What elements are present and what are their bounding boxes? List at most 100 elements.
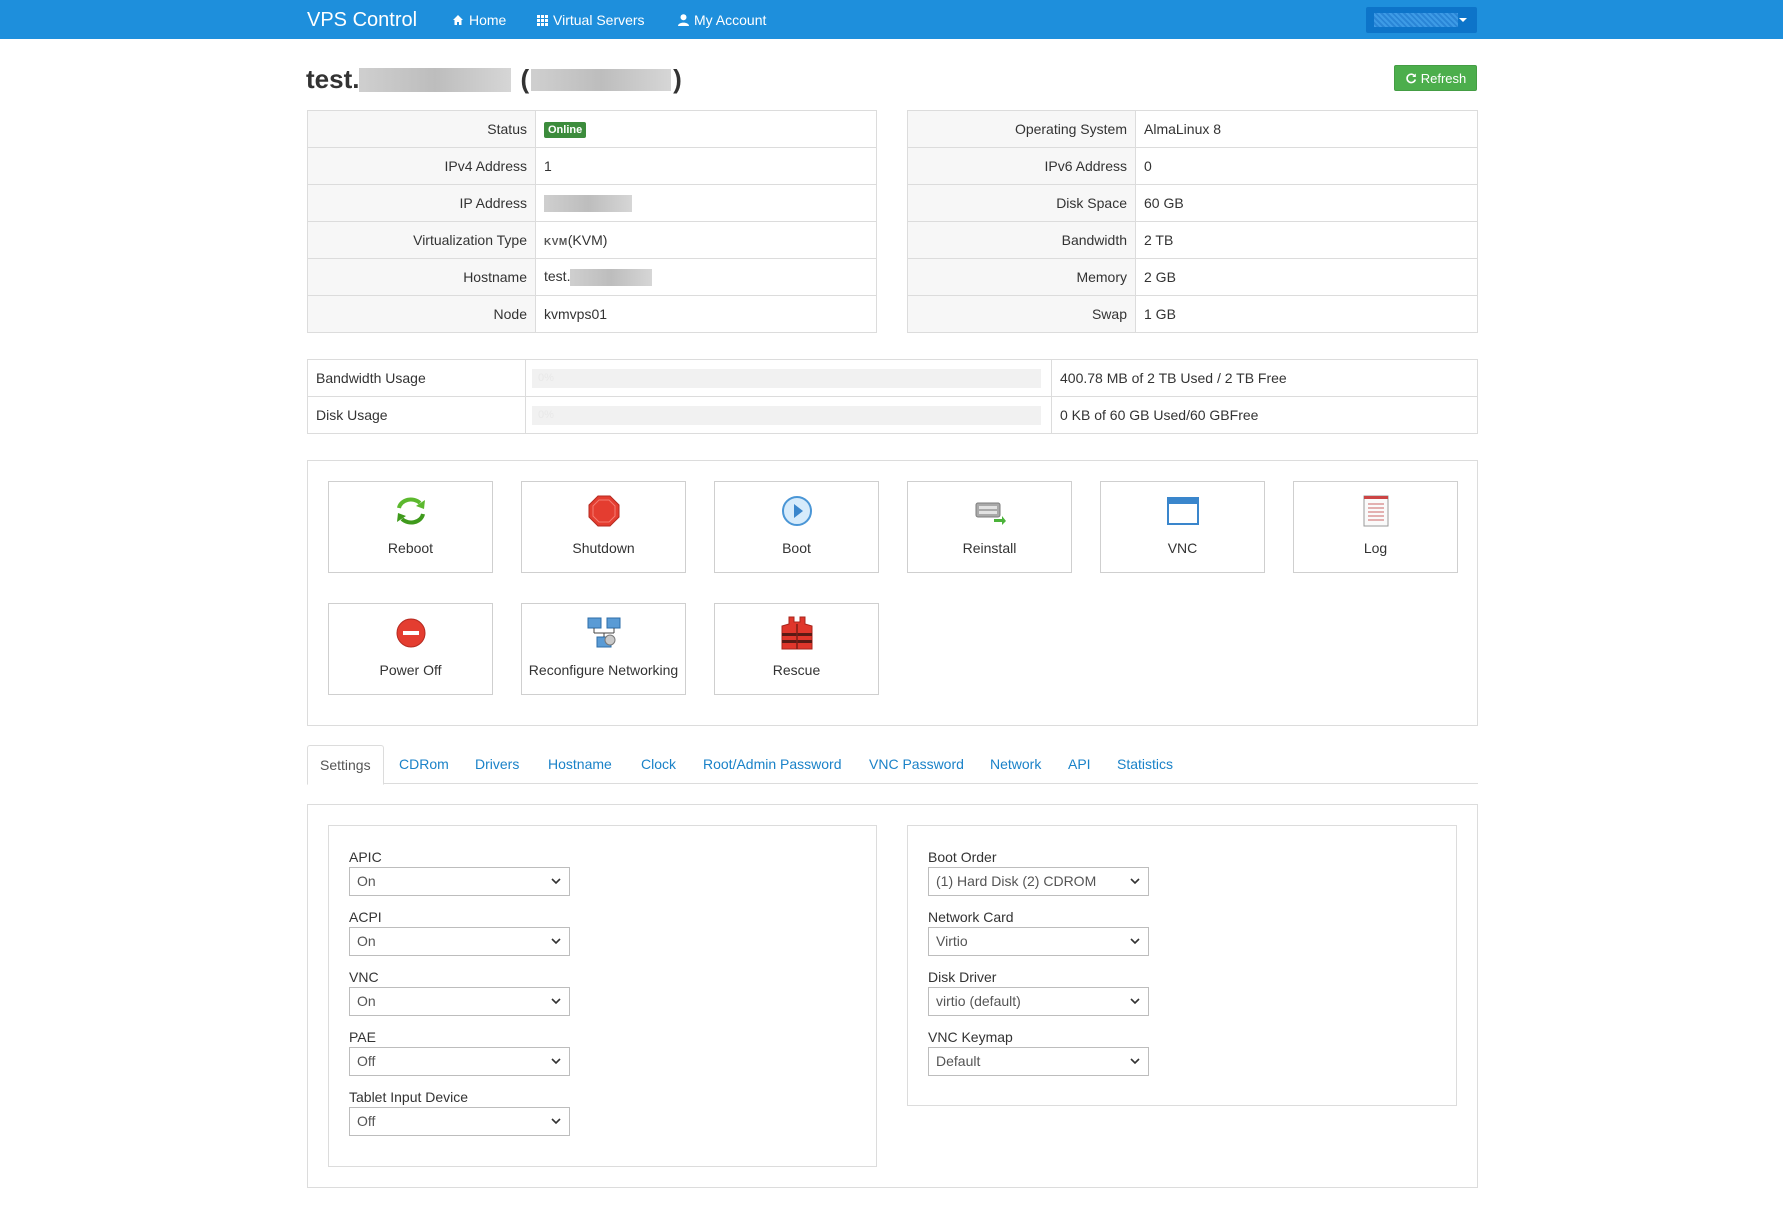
chevron-down-icon	[551, 878, 561, 885]
info-label: Node	[307, 295, 536, 333]
tab-network[interactable]: Network	[990, 745, 1041, 784]
refresh-button[interactable]: Refresh	[1394, 65, 1477, 91]
nav-home-label: Home	[469, 12, 507, 28]
home-icon	[453, 15, 463, 25]
info-value	[535, 184, 877, 222]
vnc-button[interactable]: VNC	[1100, 481, 1265, 573]
user-dropdown[interactable]	[1366, 7, 1477, 33]
acpi-label: ACPI	[349, 909, 382, 925]
nav-my-account[interactable]: My Account	[678, 12, 766, 28]
tablet-input-device-select[interactable]: Off	[349, 1107, 570, 1136]
boot-order-label: Boot Order	[928, 849, 997, 865]
vnc-keymap-select[interactable]: Default	[928, 1047, 1149, 1076]
table-row: IPv4 Address 1	[307, 147, 877, 185]
status-badge: Online	[544, 122, 587, 138]
action-label: Shutdown	[572, 540, 635, 556]
chevron-down-icon	[1130, 938, 1140, 945]
brand-logo[interactable]: VPS Control	[307, 9, 417, 32]
network-icon	[587, 617, 620, 648]
redacted-hostname	[359, 67, 512, 92]
tab-drivers[interactable]: Drivers	[475, 745, 519, 784]
shutdown-button[interactable]: Shutdown	[521, 481, 686, 573]
info-value: AlmaLinux 8	[1135, 110, 1478, 148]
log-icon	[1363, 495, 1388, 527]
user-icon	[678, 14, 689, 26]
info-value: kvmvps01	[535, 295, 877, 333]
log-button[interactable]: Log	[1293, 481, 1458, 573]
table-row: Disk Usage 0% 0 KB of 60 GB Used/60 GBFr…	[307, 396, 1478, 434]
pae-select[interactable]: Off	[349, 1047, 570, 1076]
action-label: Log	[1363, 540, 1388, 556]
usage-label: Disk Usage	[307, 396, 526, 434]
actions-panel: Reboot Shutdown Boot Reinstall VNC Log P…	[307, 460, 1478, 726]
nav-home[interactable]: Home	[452, 12, 506, 28]
reboot-button[interactable]: Reboot	[328, 481, 493, 573]
info-value: 60 GB	[1135, 184, 1478, 222]
tab-statistics[interactable]: Statistics	[1117, 745, 1173, 784]
disk-progress-text: 0%	[538, 408, 554, 421]
settings-panel: APIC On ACPI On VNC On PAE Off Tablet In…	[307, 804, 1478, 1188]
apic-select-value: On	[357, 873, 376, 889]
tab-cdrom[interactable]: CDRom	[399, 745, 449, 784]
tab-clock[interactable]: Clock	[641, 745, 676, 784]
reinstall-button[interactable]: Reinstall	[907, 481, 1072, 573]
info-label: Swap	[907, 295, 1136, 333]
bandwidth-progress-bar: 0%	[532, 368, 1041, 388]
info-label: IPv6 Address	[907, 147, 1136, 185]
vnc-select[interactable]: On	[349, 987, 570, 1016]
table-row: Bandwidth Usage 0% 400.78 MB of 2 TB Use…	[307, 359, 1478, 397]
reconfigure-networking-button[interactable]: Reconfigure Networking	[521, 603, 686, 695]
disk-driver-label: Disk Driver	[928, 969, 997, 985]
info-value: 0	[1135, 147, 1478, 185]
table-row: Hostname test.	[307, 258, 877, 296]
info-label: Virtualization Type	[307, 221, 536, 259]
info-value: Online	[535, 110, 877, 148]
network-card-select[interactable]: Virtio	[928, 927, 1149, 956]
table-row: Virtualization Type KVM(KVM)	[307, 221, 877, 259]
rescue-button[interactable]: Rescue	[714, 603, 879, 695]
tab-api[interactable]: API	[1068, 745, 1091, 784]
rescue-icon	[781, 616, 812, 650]
settings-tabs: Settings CDRom Drivers Hostname Clock Ro…	[307, 745, 1478, 785]
title-paren-open: (	[520, 64, 530, 94]
tab-vnc-password[interactable]: VNC Password	[869, 745, 964, 784]
usage-table: Bandwidth Usage 0% 400.78 MB of 2 TB Use…	[307, 359, 1478, 434]
vnc-keymap-select-value: Default	[936, 1053, 981, 1069]
info-value: test.	[535, 258, 877, 296]
info-label: IP Address	[307, 184, 536, 222]
settings-right-box: Boot Order (1) Hard Disk (2) CDROM Netwo…	[907, 825, 1457, 1106]
disk-progress-bar: 0%	[532, 405, 1041, 425]
grid-icon	[537, 14, 548, 26]
acpi-select-value: On	[357, 933, 376, 949]
server-specs-table: Operating System AlmaLinux 8 IPv6 Addres…	[907, 110, 1478, 333]
usage-bar-cell: 0%	[525, 396, 1052, 434]
info-value: 2 TB	[1135, 221, 1478, 259]
apic-select[interactable]: On	[349, 867, 570, 896]
tab-hostname[interactable]: Hostname	[548, 745, 612, 784]
chevron-down-icon	[1130, 998, 1140, 1005]
caret-down-icon	[1459, 18, 1467, 22]
table-row: Swap 1 GB	[907, 295, 1478, 333]
hostname-value: test.	[544, 268, 571, 285]
usage-bar-cell: 0%	[525, 359, 1052, 397]
nav-virtual-servers[interactable]: Virtual Servers	[537, 12, 645, 28]
action-label: Reconfigure Networking	[528, 662, 679, 678]
chevron-down-icon	[551, 938, 561, 945]
pae-select-value: Off	[357, 1053, 376, 1069]
boot-order-select-value: (1) Hard Disk (2) CDROM	[936, 873, 1097, 889]
server-info-table: Status Online IPv4 Address 1 IP Address …	[307, 110, 877, 333]
action-label: Boot	[782, 540, 811, 556]
top-navbar: VPS Control Home Virtual Servers My Acco…	[0, 0, 1783, 39]
acpi-select[interactable]: On	[349, 927, 570, 956]
disk-driver-select[interactable]: virtio (default)	[928, 987, 1149, 1016]
usage-summary: 400.78 MB of 2 TB Used / 2 TB Free	[1051, 359, 1478, 397]
chevron-down-icon	[1130, 878, 1140, 885]
boot-order-select[interactable]: (1) Hard Disk (2) CDROM	[928, 867, 1149, 896]
boot-button[interactable]: Boot	[714, 481, 879, 573]
bandwidth-progress-text: 0%	[538, 371, 554, 384]
tab-settings[interactable]: Settings	[307, 745, 384, 785]
power-off-button[interactable]: Power Off	[328, 603, 493, 695]
redacted-ip-address	[544, 194, 632, 212]
table-row: IP Address	[307, 184, 877, 222]
tab-root-admin-password[interactable]: Root/Admin Password	[703, 745, 842, 784]
